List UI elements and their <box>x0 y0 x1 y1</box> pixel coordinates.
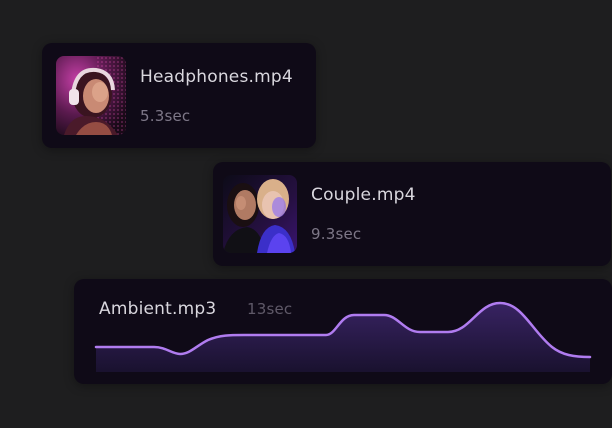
media-stage: Headphones.mp4 5.3sec Couple.mp4 9.3sec … <box>0 0 612 428</box>
waveform-icon[interactable] <box>74 279 612 384</box>
file-duration: 9.3sec <box>311 225 362 243</box>
headphones-portrait-image <box>56 56 126 135</box>
file-duration: 5.3sec <box>140 107 191 125</box>
video-thumbnail[interactable] <box>56 56 126 135</box>
video-thumbnail[interactable] <box>223 175 297 253</box>
media-card-headphones[interactable]: Headphones.mp4 5.3sec <box>42 43 316 148</box>
file-name: Ambient.mp3 <box>99 299 217 319</box>
media-card-ambient[interactable]: Ambient.mp3 13sec <box>74 279 612 384</box>
couple-portrait-image <box>223 175 297 253</box>
file-name: Headphones.mp4 <box>140 67 293 87</box>
media-card-couple[interactable]: Couple.mp4 9.3sec <box>213 162 611 266</box>
file-duration: 13sec <box>247 300 293 318</box>
file-name: Couple.mp4 <box>311 185 416 205</box>
